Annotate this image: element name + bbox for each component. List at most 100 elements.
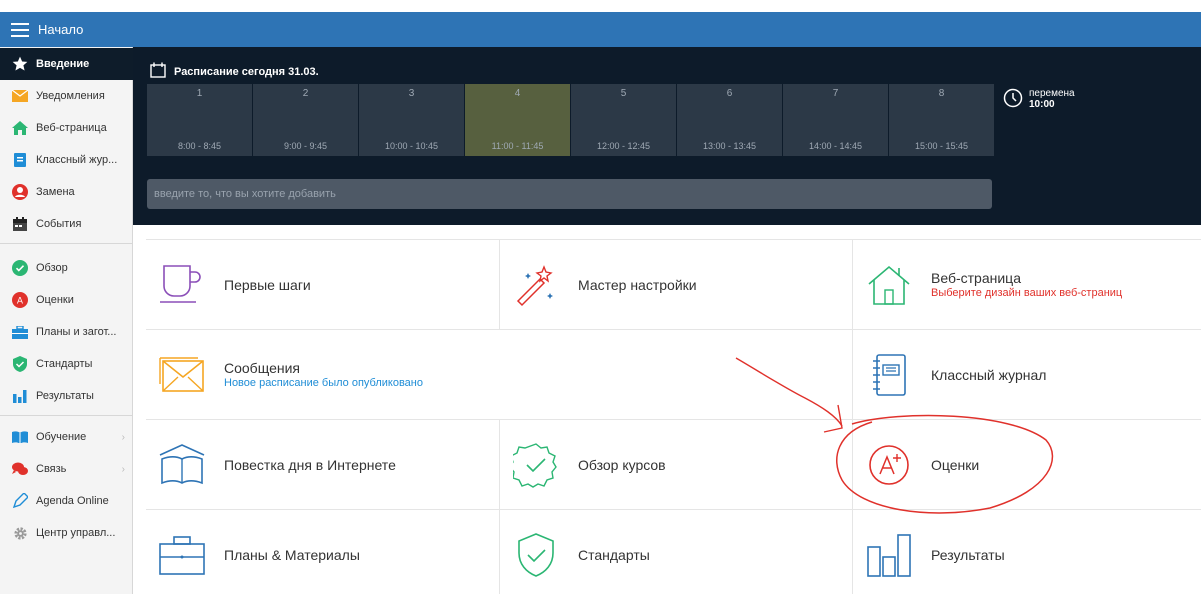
tile-results[interactable]: Результаты: [853, 510, 1201, 594]
sidebar-item-label: Связь: [36, 463, 67, 475]
sidebar-item-label: Классный жур...: [36, 154, 118, 166]
tile-title: Повестка дня в Интернете: [224, 456, 396, 473]
book-icon: [12, 429, 28, 445]
sidebar-item-label: Стандарты: [36, 358, 93, 370]
period-slot[interactable]: 3 10:00 - 10:45: [359, 84, 464, 156]
top-bar-title[interactable]: Начало: [38, 22, 83, 37]
schedule-panel: Расписание сегодня 31.03. 1 8:00 - 8:45 2…: [133, 47, 1201, 225]
period-number: 7: [832, 88, 839, 99]
period-slot[interactable]: 6 13:00 - 13:45: [677, 84, 782, 156]
tile-online-agenda[interactable]: Повестка дня в Интернете: [146, 420, 500, 510]
person-icon: [12, 184, 28, 200]
period-slot[interactable]: 7 14:00 - 14:45: [783, 84, 888, 156]
check-badge-icon: [512, 441, 560, 489]
period-slot[interactable]: 2 9:00 - 9:45: [253, 84, 358, 156]
tile-title: Веб-страница: [931, 270, 1021, 286]
add-entry-input[interactable]: [147, 179, 992, 209]
sidebar-item-agenda-online[interactable]: Agenda Online: [0, 485, 133, 517]
sidebar: Введение Уведомления Веб-страница Классн…: [0, 47, 133, 594]
sidebar-item-substitution[interactable]: Замена: [0, 176, 133, 208]
tile-setup-wizard[interactable]: Мастер настройки: [500, 240, 853, 330]
sidebar-item-label: События: [36, 218, 82, 230]
calendar-icon: [150, 62, 166, 81]
top-bar: Начало: [0, 0, 1201, 47]
schedule-title: Расписание сегодня 31.03.: [174, 65, 319, 78]
period-number: 5: [620, 88, 627, 99]
shield-check-icon: [512, 531, 560, 579]
sidebar-item-plans[interactable]: Планы и загот...: [0, 316, 133, 348]
briefcase-icon: [158, 531, 206, 579]
sidebar-item-notifications[interactable]: Уведомления: [0, 80, 133, 112]
tile-grades[interactable]: Оценки: [853, 420, 1201, 510]
period-time: 10:00 - 10:45: [384, 141, 439, 151]
home-icon: [12, 120, 28, 136]
star-icon: [12, 56, 28, 72]
sidebar-item-label: Результаты: [36, 390, 94, 402]
calendar-icon: [12, 216, 28, 232]
pen-icon: [12, 493, 28, 509]
grade-icon: A: [12, 292, 28, 308]
period-number: 1: [196, 88, 203, 99]
sidebar-item-classbook[interactable]: Классный жур...: [0, 144, 133, 176]
schedule-header: Расписание сегодня 31.03.: [150, 62, 319, 81]
sidebar-item-label: Agenda Online: [36, 495, 109, 507]
tile-subtitle: Выберите дизайн ваших веб-страниц: [931, 287, 1123, 299]
tile-title: Классный журнал: [931, 366, 1047, 383]
period-slot-current[interactable]: 4 11:00 - 11:45: [465, 84, 570, 156]
sidebar-item-results[interactable]: Результаты: [0, 380, 133, 412]
sidebar-item-standards[interactable]: Стандарты: [0, 348, 133, 380]
tile-course-overview[interactable]: Обзор курсов: [500, 420, 853, 510]
sidebar-item-intro[interactable]: Введение: [0, 48, 133, 80]
sidebar-item-label: Веб-страница: [36, 122, 107, 134]
open-book-icon: [158, 441, 206, 489]
sidebar-item-events[interactable]: События: [0, 208, 133, 240]
tile-title: Результаты: [931, 546, 1005, 563]
period-slot[interactable]: 5 12:00 - 12:45: [571, 84, 676, 156]
period-slot[interactable]: 1 8:00 - 8:45: [147, 84, 252, 156]
chevron-right-icon: ›: [121, 431, 125, 443]
tile-title: Оценки: [931, 456, 980, 473]
top-bar-inner: Начало: [0, 12, 1201, 47]
break-label: перемена: [1029, 88, 1075, 99]
sidebar-divider: [0, 243, 133, 244]
envelope-icon: [158, 351, 206, 399]
tile-subtitle: Новое расписание было опубликовано: [224, 377, 423, 389]
sidebar-item-communication[interactable]: Связь ›: [0, 453, 133, 485]
period-number: 3: [408, 88, 415, 99]
tile-first-steps[interactable]: Первые шаги: [146, 240, 500, 330]
tile-plans-materials[interactable]: Планы & Материалы: [146, 510, 500, 594]
sidebar-item-label: Обучение: [36, 431, 87, 443]
journal-icon: [12, 152, 28, 168]
sidebar-item-label: Уведомления: [36, 90, 105, 102]
briefcase-icon: [12, 324, 28, 340]
sidebar-item-control-center[interactable]: Центр управл...: [0, 517, 133, 549]
period-number: 8: [938, 88, 945, 99]
sidebar-item-webpage[interactable]: Веб-страница: [0, 112, 133, 144]
period-time: 12:00 - 12:45: [596, 141, 651, 151]
tile-title: Первые шаги: [224, 276, 311, 293]
sidebar-item-label: Оценки: [36, 294, 74, 306]
sidebar-item-learning[interactable]: Обучение ›: [0, 421, 133, 453]
tile-title: Планы & Материалы: [224, 546, 360, 563]
home-icon: [865, 261, 913, 309]
tile-webpage[interactable]: Веб-страница Выберите дизайн ваших веб-с…: [853, 240, 1201, 330]
period-slot[interactable]: 8 15:00 - 15:45: [889, 84, 994, 156]
bar-chart-icon: [865, 531, 913, 579]
app-window: Начало Введение Уведомления Веб-страница: [0, 0, 1201, 594]
period-time: 14:00 - 14:45: [808, 141, 863, 151]
sidebar-item-label: Обзор: [36, 262, 68, 274]
hamburger-icon[interactable]: [11, 22, 29, 37]
tile-standards[interactable]: Стандарты: [500, 510, 853, 594]
tile-messages[interactable]: Сообщения Новое расписание было опублико…: [146, 330, 853, 420]
tile-title: Сообщения: [224, 360, 300, 376]
sidebar-item-label: Центр управл...: [36, 527, 116, 539]
magic-wand-icon: [512, 261, 560, 309]
tile-classbook[interactable]: Классный журнал: [853, 330, 1201, 420]
period-number: 6: [726, 88, 733, 99]
sidebar-item-label: Замена: [36, 186, 75, 198]
sidebar-item-grades[interactable]: A Оценки: [0, 284, 133, 316]
period-time: 8:00 - 8:45: [177, 141, 222, 151]
period-time: 15:00 - 15:45: [914, 141, 969, 151]
sidebar-item-overview[interactable]: Обзор: [0, 252, 133, 284]
cup-icon: [158, 261, 206, 309]
